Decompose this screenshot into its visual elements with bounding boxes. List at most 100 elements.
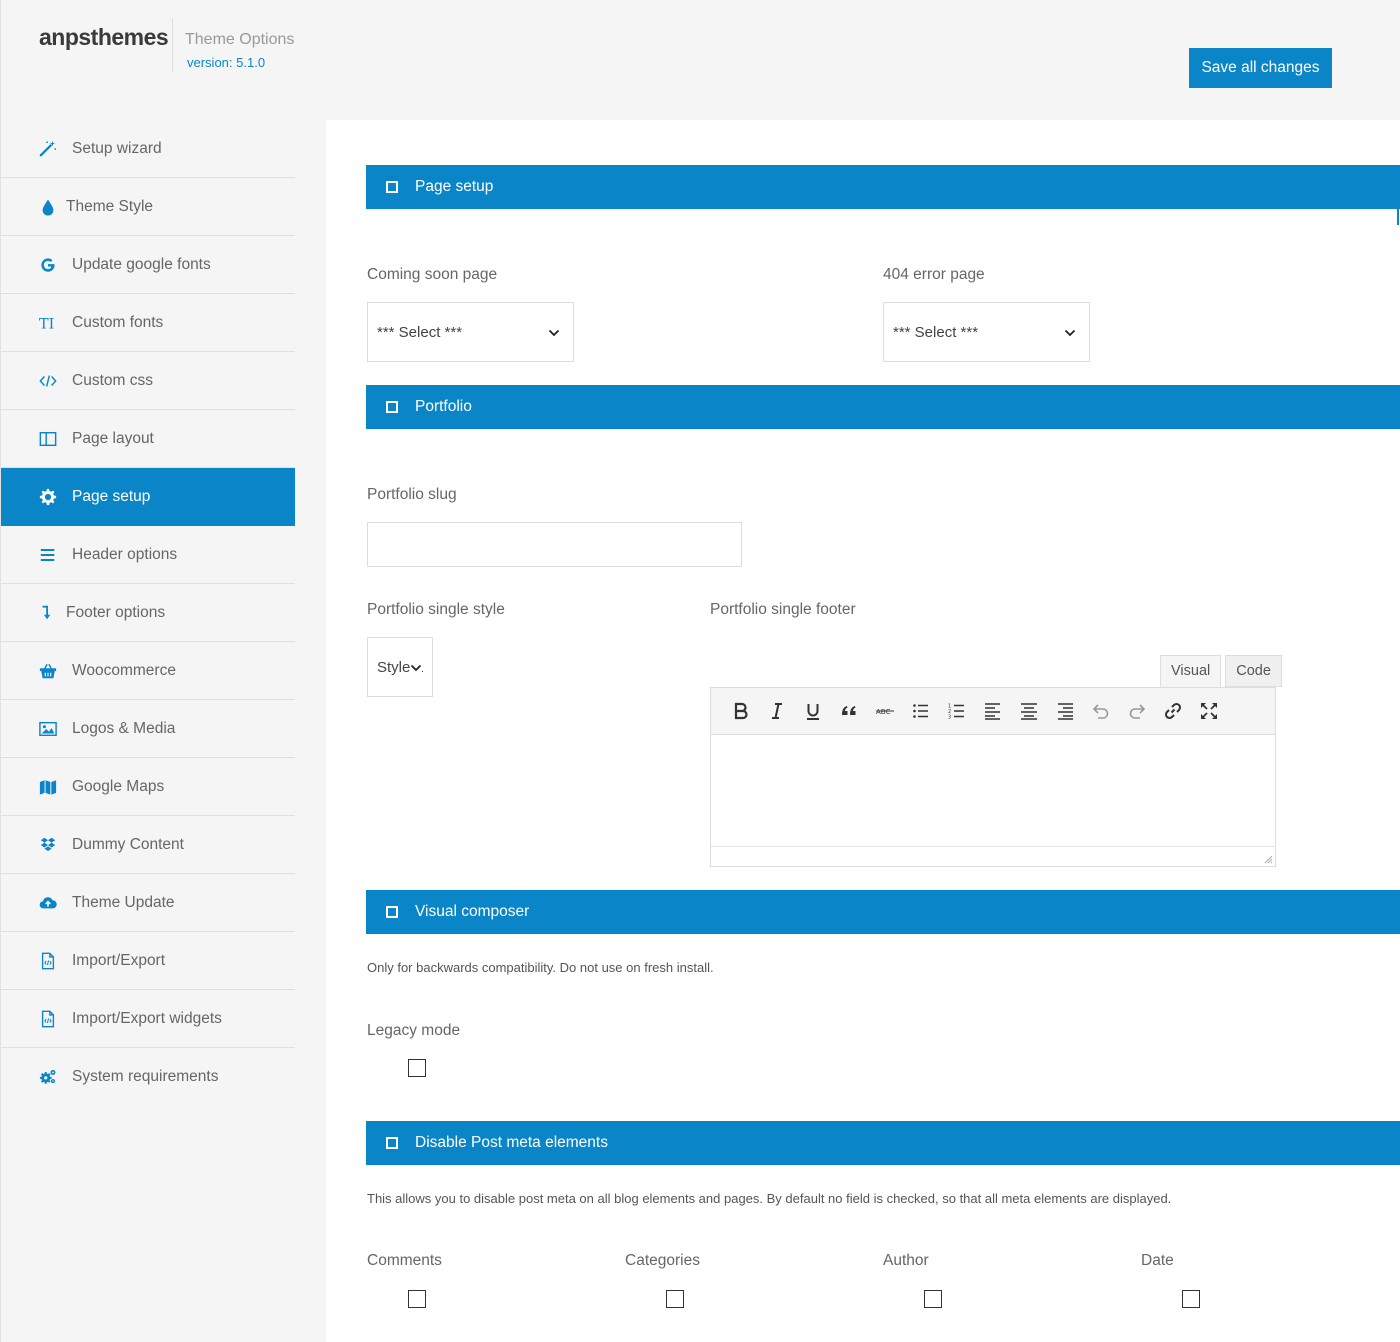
sidebar-nav: Setup wizard Theme Style Update google f…: [1, 120, 295, 1106]
section-header-portfolio[interactable]: Portfolio: [366, 385, 1400, 429]
sidebar-item-google-maps[interactable]: Google Maps: [1, 758, 295, 816]
section-edge: [1397, 209, 1399, 225]
tab-code[interactable]: Code: [1225, 655, 1282, 687]
sidebar-item-label: Woocommerce: [72, 661, 176, 679]
coming-soon-select[interactable]: *** Select ***: [367, 302, 574, 362]
date-checkbox[interactable]: [1182, 1290, 1200, 1308]
align-right-icon[interactable]: [1047, 696, 1083, 726]
comments-checkbox[interactable]: [408, 1290, 426, 1308]
portfolio-single-style-label: Portfolio single style: [367, 601, 505, 618]
legacy-mode-checkbox[interactable]: [408, 1059, 426, 1077]
italic-icon[interactable]: [759, 696, 795, 726]
section-header-post-meta[interactable]: Disable Post meta elements: [366, 1121, 1400, 1165]
sidebar-item-page-setup[interactable]: Page setup: [1, 468, 295, 526]
code-file-icon: [39, 951, 63, 971]
sidebar-item-footer-options[interactable]: Footer options: [1, 584, 295, 642]
square-icon: [386, 181, 398, 193]
undo-icon[interactable]: [1083, 696, 1119, 726]
categories-label: Categories: [625, 1252, 700, 1269]
portfolio-single-style-select[interactable]: Style-1: [367, 637, 433, 697]
date-label: Date: [1141, 1252, 1174, 1269]
strikethrough-icon[interactable]: ABC: [867, 696, 903, 726]
gear-icon: [39, 487, 63, 507]
numbered-list-icon[interactable]: 123: [939, 696, 975, 726]
sidebar-item-header-options[interactable]: Header options: [1, 526, 295, 584]
save-all-changes-button[interactable]: Save all changes: [1189, 48, 1332, 88]
sidebar-item-import-export-widgets[interactable]: Import/Export widgets: [1, 990, 295, 1048]
section-title: Portfolio: [415, 398, 472, 415]
author-checkbox[interactable]: [924, 1290, 942, 1308]
sidebar-item-label: Page layout: [72, 429, 154, 447]
image-icon: [39, 719, 63, 739]
brand-title: Theme Options: [185, 31, 295, 48]
legacy-mode-label: Legacy mode: [367, 1022, 461, 1039]
section-header-page-setup[interactable]: Page setup: [366, 165, 1400, 209]
blockquote-icon[interactable]: [831, 696, 867, 726]
map-icon: [39, 777, 63, 797]
section-title: Disable Post meta elements: [415, 1134, 608, 1151]
section-title: Visual composer: [415, 903, 530, 920]
sidebar-item-custom-fonts[interactable]: TI Custom fonts: [1, 294, 295, 352]
portfolio-slug-label: Portfolio slug: [367, 486, 457, 503]
sidebar-item-update-google-fonts[interactable]: Update google fonts: [1, 236, 295, 294]
cloud-upload-icon: [39, 893, 63, 913]
sidebar-item-label: Footer options: [66, 603, 166, 621]
sidebar-item-custom-css[interactable]: Custom css: [1, 352, 295, 410]
droplet-icon: [39, 197, 57, 217]
portfolio-slug-input[interactable]: [367, 522, 742, 567]
sidebar-item-page-layout[interactable]: Page layout: [1, 410, 295, 468]
sidebar: anpsthemes Theme Options version: 5.1.0 …: [0, 0, 326, 1342]
bold-icon[interactable]: [723, 696, 759, 726]
sidebar-item-label: Logos & Media: [72, 719, 176, 737]
sidebar-item-label: Custom css: [72, 371, 153, 389]
arrow-down-icon: [39, 603, 57, 623]
chevron-down-icon: [548, 329, 560, 337]
sidebar-item-label: Dummy Content: [72, 835, 184, 853]
sidebar-item-label: Setup wizard: [72, 139, 162, 157]
chevron-down-icon: [1064, 329, 1076, 337]
resize-handle-icon[interactable]: [1263, 854, 1273, 864]
sidebar-item-label: System requirements: [72, 1068, 219, 1085]
sidebar-item-woocommerce[interactable]: Woocommerce: [1, 642, 295, 700]
text-font-icon: TI: [39, 313, 63, 333]
align-center-icon[interactable]: [1011, 696, 1047, 726]
code-file-icon: [39, 1009, 63, 1029]
sidebar-item-theme-style[interactable]: Theme Style: [1, 178, 295, 236]
post-meta-description: This allows you to disable post meta on …: [367, 1191, 1172, 1206]
sidebar-item-system-requirements[interactable]: System requirements: [1, 1048, 295, 1106]
code-icon: [39, 371, 63, 391]
sidebar-item-theme-update[interactable]: Theme Update: [1, 874, 295, 932]
portfolio-single-footer-label: Portfolio single footer: [710, 601, 856, 618]
bullet-list-icon[interactable]: [903, 696, 939, 726]
brand-divider: [172, 18, 173, 72]
sidebar-item-label: Import/Export widgets: [72, 1009, 222, 1027]
underline-icon[interactable]: [795, 696, 831, 726]
sidebar-item-import-export[interactable]: Import/Export: [1, 932, 295, 990]
magic-wand-icon: [39, 139, 63, 159]
redo-icon[interactable]: [1119, 696, 1155, 726]
svg-text:ABC: ABC: [876, 708, 890, 716]
align-left-icon[interactable]: [975, 696, 1011, 726]
editor-content-area[interactable]: [711, 735, 1275, 845]
chevron-down-icon: [410, 662, 422, 674]
sidebar-item-label: Header options: [72, 545, 178, 563]
sidebar-item-label: Page setup: [72, 488, 151, 505]
categories-checkbox[interactable]: [666, 1290, 684, 1308]
fullscreen-icon[interactable]: [1191, 696, 1227, 726]
sidebar-item-logos-media[interactable]: Logos & Media: [1, 700, 295, 758]
error-page-select[interactable]: *** Select ***: [883, 302, 1090, 362]
link-icon[interactable]: [1155, 696, 1191, 726]
square-icon: [386, 906, 398, 918]
sidebar-item-setup-wizard[interactable]: Setup wizard: [1, 120, 295, 178]
tab-visual[interactable]: Visual: [1160, 655, 1222, 687]
svg-text:3: 3: [948, 715, 951, 721]
menu-bars-icon: [39, 545, 63, 565]
comments-label: Comments: [367, 1252, 442, 1269]
square-icon: [386, 401, 398, 413]
google-icon: [39, 255, 63, 275]
sidebar-item-dummy-content[interactable]: Dummy Content: [1, 816, 295, 874]
section-header-visual-composer[interactable]: Visual composer: [366, 890, 1400, 934]
error-page-label: 404 error page: [883, 266, 985, 283]
author-label: Author: [883, 1252, 929, 1269]
sidebar-item-label: Custom fonts: [72, 313, 164, 331]
